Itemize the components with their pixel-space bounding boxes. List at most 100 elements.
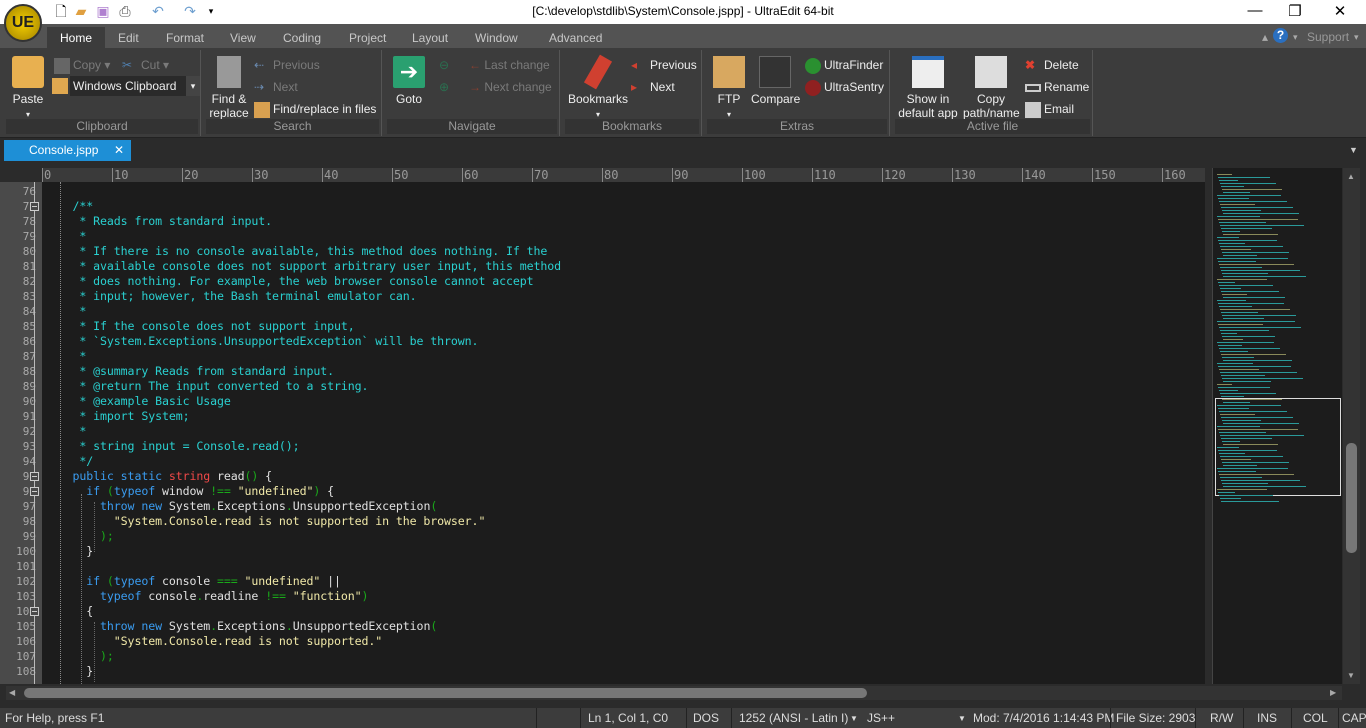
email-button[interactable]: Email bbox=[1025, 102, 1074, 118]
find-replace-button[interactable]: Find & replace bbox=[206, 56, 252, 120]
minimap-line bbox=[1219, 348, 1280, 349]
vertical-scrollbar[interactable]: ▲ ▼ bbox=[1343, 168, 1360, 684]
modified-date: Mod: 7/4/2016 1:14:43 PM bbox=[973, 711, 1115, 725]
search-group: Find & replace ⇠ Previous ⇢ Next Find/repla… bbox=[204, 50, 382, 136]
line-number: 94 bbox=[22, 455, 36, 468]
line-number: 89 bbox=[22, 380, 36, 393]
line-number: 79 bbox=[22, 230, 36, 243]
tab-view[interactable]: View bbox=[217, 27, 269, 48]
minimap-line bbox=[1222, 294, 1247, 295]
horizontal-scrollbar[interactable]: ◀ ▶ bbox=[6, 686, 1342, 700]
close-button[interactable]: ✕ bbox=[1325, 2, 1355, 22]
minimap[interactable] bbox=[1212, 168, 1342, 684]
scroll-left-icon[interactable]: ◀ bbox=[9, 688, 15, 697]
ruler-tick: 90 bbox=[672, 168, 689, 182]
line-number: 99 bbox=[22, 530, 36, 543]
support-menu[interactable]: Support bbox=[1307, 30, 1349, 44]
find-previous-button[interactable]: ⇠ Previous bbox=[254, 58, 320, 74]
code-token: UnsupportedException bbox=[292, 619, 431, 633]
minimap-line bbox=[1218, 219, 1298, 220]
tab-window[interactable]: Window bbox=[462, 27, 531, 48]
next-change-button[interactable]: → Next change bbox=[469, 80, 552, 94]
tab-list-dropdown-icon[interactable]: ▼ bbox=[1349, 145, 1358, 155]
find-next-button[interactable]: ⇢ Next bbox=[254, 80, 298, 96]
code-token: . bbox=[285, 499, 293, 513]
scroll-right-icon[interactable]: ▶ bbox=[1330, 688, 1336, 697]
ultrafinder-button[interactable]: UltraFinder bbox=[805, 58, 883, 74]
minimap-line bbox=[1218, 429, 1298, 430]
last-change-button[interactable]: ← Last change bbox=[469, 58, 550, 72]
cut-button[interactable]: ✂ Cut ▾ bbox=[122, 58, 169, 74]
tab-home[interactable]: Home bbox=[47, 27, 105, 48]
delete-button[interactable]: ✖ Delete bbox=[1025, 58, 1079, 74]
column-mode-toggle[interactable]: COL bbox=[1303, 711, 1328, 725]
tab-coding[interactable]: Coding bbox=[270, 27, 334, 48]
help-dropdown-icon[interactable]: ▾ bbox=[1293, 30, 1298, 44]
code-line: } bbox=[45, 544, 93, 558]
read-write-toggle[interactable]: R/W bbox=[1210, 711, 1233, 725]
tab-format[interactable]: Format bbox=[153, 27, 217, 48]
code-token: || bbox=[320, 574, 341, 588]
forward-icon[interactable]: ⊕ bbox=[439, 80, 449, 94]
minimap-line bbox=[1217, 405, 1281, 406]
code-line: /** bbox=[45, 199, 94, 213]
compare-button[interactable]: Compare bbox=[751, 56, 800, 106]
fold-toggle-icon[interactable] bbox=[30, 487, 39, 496]
line-number: 102 bbox=[16, 575, 36, 588]
minimap-line bbox=[1223, 381, 1271, 382]
language-dropdown-icon[interactable]: ▼ bbox=[958, 714, 966, 723]
vertical-scroll-thumb[interactable] bbox=[1346, 443, 1357, 553]
insert-mode-toggle[interactable]: INS bbox=[1257, 711, 1277, 725]
code-editor[interactable]: 7677787980818283848586878889909192939495… bbox=[0, 182, 1205, 684]
code-token: /** bbox=[45, 199, 94, 213]
language[interactable]: JS++ bbox=[867, 711, 895, 725]
ultrasentry-button[interactable]: UltraSentry bbox=[805, 80, 884, 96]
minimize-button[interactable]: — bbox=[1240, 2, 1270, 22]
cursor-position[interactable]: Ln 1, Col 1, C0 bbox=[588, 711, 668, 725]
clipboard-dropdown-icon[interactable]: ▾ bbox=[186, 76, 200, 96]
clipboard-select[interactable]: Windows Clipboard bbox=[70, 76, 186, 96]
tab-edit[interactable]: Edit bbox=[105, 27, 152, 48]
minimap-line bbox=[1218, 240, 1277, 241]
bookmark-next-button[interactable]: ▸ Next bbox=[631, 80, 675, 96]
tab-project[interactable]: Project bbox=[336, 27, 399, 48]
rename-button[interactable]: Rename bbox=[1025, 80, 1089, 94]
paste-button[interactable]: Paste ▾ bbox=[8, 56, 48, 122]
code-token: * input; however, the Bash terminal emul… bbox=[45, 289, 417, 303]
bookmarks-button[interactable]: Bookmarks ▾ bbox=[567, 54, 629, 122]
goto-button[interactable]: ➔ Goto bbox=[389, 56, 429, 106]
scroll-up-icon[interactable]: ▲ bbox=[1347, 172, 1355, 181]
minimap-line bbox=[1217, 321, 1295, 322]
close-tab-icon[interactable]: ✕ bbox=[114, 143, 124, 157]
fold-toggle-icon[interactable] bbox=[30, 607, 39, 616]
collapse-ribbon-icon[interactable]: ▴ bbox=[1262, 30, 1268, 44]
ftp-button[interactable]: FTP ▾ bbox=[709, 56, 749, 122]
horizontal-scroll-thumb[interactable] bbox=[24, 688, 867, 698]
file-tab-console[interactable]: Console.jspp ✕ bbox=[4, 140, 131, 161]
fold-toggle-icon[interactable] bbox=[30, 472, 39, 481]
scroll-down-icon[interactable]: ▼ bbox=[1347, 671, 1355, 680]
maximize-button[interactable]: ❐ bbox=[1280, 2, 1310, 22]
find-next-icon: ⇢ bbox=[254, 80, 265, 94]
support-dropdown-icon[interactable]: ▾ bbox=[1354, 30, 1359, 44]
copy-path-button[interactable]: Copy path/name bbox=[963, 56, 1020, 120]
code-token: { bbox=[320, 484, 334, 498]
group-label: Extras bbox=[707, 119, 887, 134]
find-in-files-button[interactable]: Find/replace in files bbox=[254, 102, 376, 118]
tab-advanced[interactable]: Advanced bbox=[536, 27, 615, 48]
app-logo[interactable]: UE bbox=[4, 4, 42, 42]
code-token: ); bbox=[45, 529, 114, 543]
show-in-default-app-button[interactable]: Show in default app bbox=[895, 56, 961, 120]
tab-layout[interactable]: Layout bbox=[399, 27, 461, 48]
line-ending[interactable]: DOS bbox=[693, 711, 719, 725]
bookmark-previous-button[interactable]: ◂ Previous bbox=[631, 58, 697, 74]
line-number: 93 bbox=[22, 440, 36, 453]
back-icon[interactable]: ⊖ bbox=[439, 58, 449, 72]
encoding-dropdown-icon[interactable]: ▼ bbox=[850, 714, 858, 723]
encoding[interactable]: 1252 (ANSI - Latin I) bbox=[739, 711, 848, 725]
copy-button[interactable]: Copy ▾ bbox=[54, 58, 110, 74]
help-icon[interactable]: ? bbox=[1273, 28, 1288, 43]
line-number: 90 bbox=[22, 395, 36, 408]
code-line: * If there is no console available, this… bbox=[45, 244, 547, 258]
fold-toggle-icon[interactable] bbox=[30, 202, 39, 211]
